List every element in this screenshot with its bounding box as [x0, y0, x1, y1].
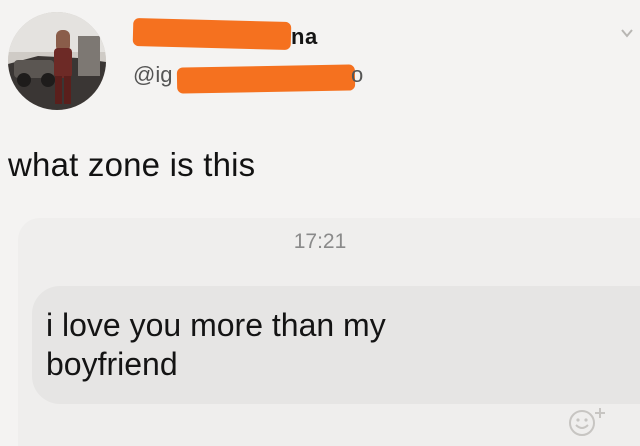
redaction-mark — [176, 64, 356, 94]
avatar-photo — [8, 12, 106, 110]
avatar[interactable] — [8, 12, 106, 110]
username-visible-start: @ig — [133, 62, 173, 87]
chevron-down-icon[interactable] — [620, 26, 634, 40]
tweet-text: what zone is this — [8, 146, 256, 183]
display-name-visible-end: na — [291, 24, 318, 49]
emoji-add-icon[interactable] — [567, 405, 607, 439]
redaction-mark — [132, 17, 292, 51]
tweet-header: l na @ig o — [0, 0, 640, 120]
username-visible-end: o — [351, 62, 364, 87]
message-timestamp: 17:21 — [293, 230, 347, 253]
message-text: i love you more than my boyfriend — [46, 307, 386, 382]
